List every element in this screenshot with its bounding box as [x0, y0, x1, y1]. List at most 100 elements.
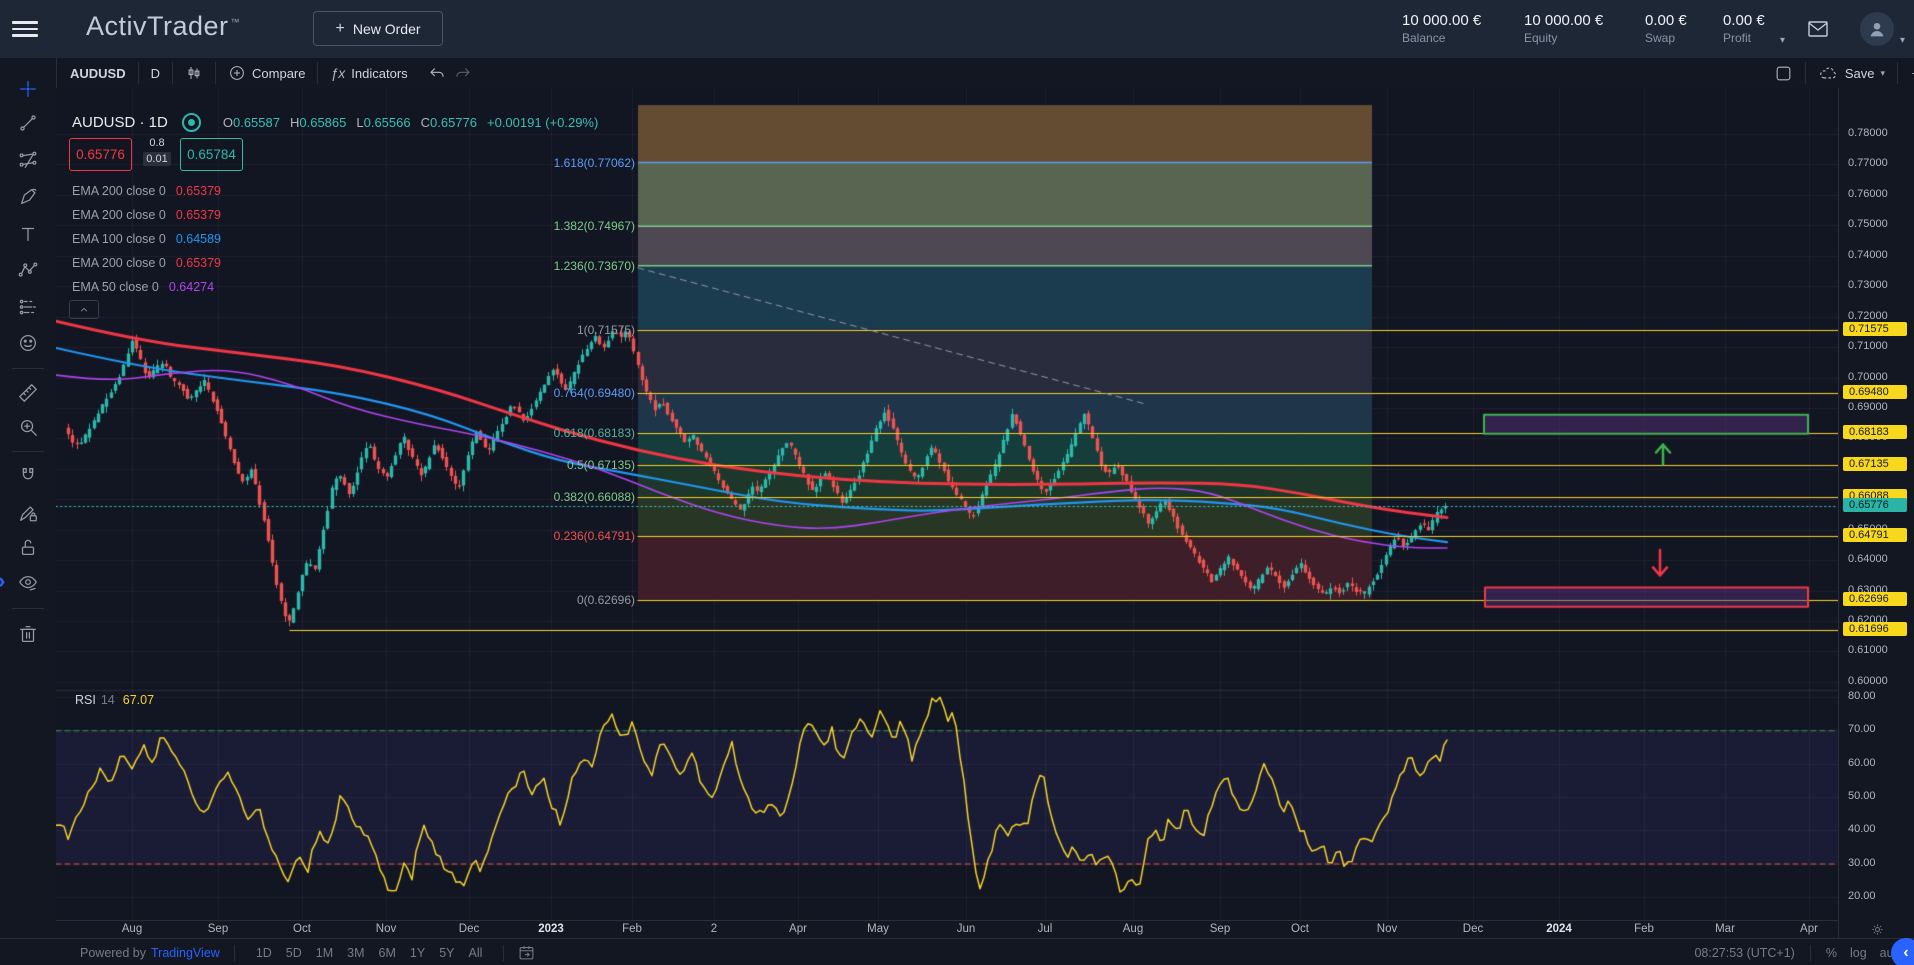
price-level-highlight[interactable]: 0.68183 — [1843, 425, 1907, 439]
fib-level-label: 0.618(0.68183) — [554, 426, 635, 440]
price-axis-label: 0.60000 — [1848, 675, 1888, 687]
market-open-icon[interactable] — [182, 113, 201, 132]
time-axis-label: Oct — [293, 923, 311, 935]
rsi-axis-label: 70.00 — [1848, 723, 1876, 735]
magnet-icon[interactable] — [17, 465, 39, 487]
brush-icon[interactable] — [17, 186, 39, 208]
xabcd-pattern-icon[interactable] — [17, 259, 39, 281]
open-panel-chevron-icon[interactable]: › — [0, 570, 5, 592]
plus-icon: + — [335, 20, 344, 38]
price-axis-label: 0.61000 — [1848, 644, 1888, 656]
tradingview-link[interactable]: TradingView — [151, 946, 220, 960]
time-axis-label: Apr — [789, 923, 807, 935]
menu-icon[interactable] — [12, 17, 38, 41]
rsi-axis-label: 30.00 — [1848, 857, 1876, 869]
price-chart-canvas[interactable] — [56, 88, 1838, 920]
log-scale-toggle[interactable]: log — [1850, 946, 1867, 960]
compare-button[interactable]: Compare — [228, 64, 305, 82]
price-level-highlight[interactable]: 0.69480 — [1843, 385, 1907, 399]
new-order-button[interactable]: + New Order — [313, 11, 443, 46]
rsi-value: 67.07 — [123, 693, 154, 707]
undo-icon[interactable] — [428, 64, 446, 82]
ohlc-item: L0.65566 — [356, 115, 410, 130]
range-button-3m[interactable]: 3M — [347, 946, 364, 960]
axis-settings-corner[interactable] — [1838, 920, 1914, 938]
time-axis-label: Apr — [1800, 923, 1818, 935]
lock-icon[interactable] — [17, 537, 39, 559]
change-value: +0.00191 (+0.29%) — [487, 115, 598, 130]
ema-legend-row[interactable]: EMA 100 close 00.64589 — [72, 232, 221, 246]
current-price-label: 0.65776 — [1843, 498, 1907, 512]
price-level-highlight[interactable]: 0.62696 — [1843, 592, 1907, 606]
fib-level-label: 1.382(0.74967) — [554, 219, 635, 233]
collapse-legend-button[interactable] — [69, 300, 99, 319]
mail-icon[interactable] — [1806, 17, 1830, 46]
buy-ask-button[interactable]: 0.65784 — [180, 138, 243, 171]
time-axis[interactable]: AugSepOctNovDec2023Feb2AprMayJunJulAugSe… — [56, 920, 1838, 939]
ema-legend-row[interactable]: EMA 50 close 00.64274 — [72, 280, 214, 294]
range-button-1y[interactable]: 1Y — [410, 946, 425, 960]
time-axis-label: Jul — [1038, 923, 1053, 935]
zoom-in-icon[interactable] — [17, 416, 39, 438]
ema-legend-row[interactable]: EMA 200 close 00.65379 — [72, 256, 221, 270]
range-button-5d[interactable]: 5D — [286, 946, 302, 960]
price-axis-label: 0.74000 — [1848, 249, 1888, 261]
time-axis-label: Mar — [1715, 923, 1735, 935]
trend-line-icon[interactable] — [17, 112, 39, 134]
account-caret-icon[interactable]: ▾ — [1900, 35, 1905, 46]
range-button-5y[interactable]: 5Y — [439, 946, 454, 960]
measure-ruler-icon[interactable] — [17, 382, 39, 404]
lot-size[interactable]: 0.01 — [143, 152, 170, 166]
remove-drawings-icon[interactable] — [17, 623, 39, 645]
sidebar-divider — [12, 451, 44, 452]
fib-level-label: 0.5(0.67135) — [567, 458, 635, 472]
account-avatar[interactable] — [1860, 12, 1894, 46]
save-caret-icon: ▾ — [1880, 68, 1885, 79]
indicators-button[interactable]: ƒx Indicators — [330, 65, 407, 81]
ema-legend-row[interactable]: EMA 200 close 00.65379 — [72, 184, 221, 198]
sell-bid-button[interactable]: 0.65776 — [69, 138, 132, 171]
chart-style-icon[interactable] — [185, 64, 203, 82]
symbol-button[interactable]: AUDUSD — [70, 66, 126, 81]
fib-level-label: 1(0.71575) — [577, 323, 635, 337]
rsi-legend: RSI1467.07 — [75, 693, 154, 707]
layout-select-icon[interactable] — [1774, 64, 1793, 83]
range-button-1d[interactable]: 1D — [256, 946, 272, 960]
range-button-all[interactable]: All — [469, 946, 483, 960]
price-level-highlight[interactable]: 0.64791 — [1843, 528, 1907, 542]
emoji-icon[interactable] — [17, 332, 39, 354]
fx-icon: ƒx — [330, 65, 345, 81]
ema-legend-row[interactable]: EMA 200 close 00.65379 — [72, 208, 221, 222]
hide-drawings-icon[interactable] — [17, 572, 39, 594]
forecast-icon[interactable] — [17, 296, 39, 318]
price-level-highlight[interactable]: 0.61696 — [1843, 622, 1907, 636]
collapse-panel-fab[interactable]: ‹ — [1891, 938, 1914, 965]
range-button-1m[interactable]: 1M — [316, 946, 333, 960]
range-button-6m[interactable]: 6M — [379, 946, 396, 960]
price-axis-label: 0.75000 — [1848, 218, 1888, 230]
percent-scale-toggle[interactable]: % — [1826, 946, 1837, 960]
price-axis-label: 0.73000 — [1848, 279, 1888, 291]
clock[interactable]: 08:27:53 (UTC+1) — [1694, 946, 1794, 960]
metrics-caret-icon[interactable]: ▾ — [1780, 35, 1785, 46]
equity-metric: 10 000.00 €Equity — [1524, 12, 1603, 46]
text-icon[interactable] — [17, 223, 39, 245]
price-level-highlight[interactable]: 0.67135 — [1843, 457, 1907, 471]
crosshair-icon[interactable] — [17, 78, 39, 100]
price-axis-label: 0.72000 — [1848, 310, 1888, 322]
sidebar-divider — [12, 608, 44, 609]
legend-symbol[interactable]: AUDUSD · 1D — [72, 114, 168, 131]
drawing-pencil-lock-icon[interactable] — [17, 502, 39, 524]
time-axis-label: Nov — [1377, 923, 1397, 935]
rsi-axis-label: 50.00 — [1848, 790, 1876, 802]
price-level-highlight[interactable]: 0.71575 — [1843, 322, 1907, 336]
interval-button[interactable]: D — [151, 66, 160, 81]
price-axis[interactable]: 0.780000.770000.760000.750000.740000.730… — [1838, 88, 1914, 920]
go-to-date-icon[interactable] — [518, 944, 535, 961]
fib-level-label: 0.764(0.69480) — [554, 386, 635, 400]
drawing-tools-sidebar: › — [0, 58, 57, 938]
cloud-save-button[interactable]: Save ▾ — [1818, 63, 1885, 84]
chart-settings-icon[interactable] — [1910, 64, 1914, 83]
redo-icon[interactable] — [454, 64, 472, 82]
gann-fib-icon[interactable] — [17, 149, 39, 171]
